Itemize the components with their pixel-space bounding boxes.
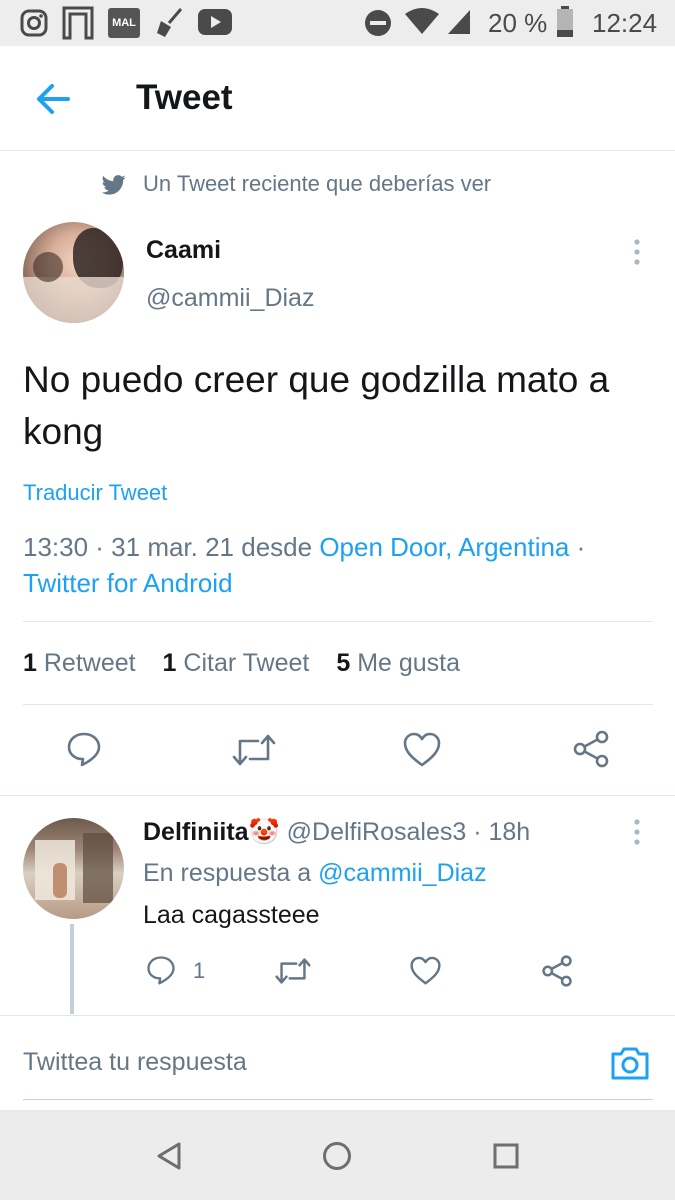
more-vertical-icon[interactable] — [626, 238, 648, 268]
more-vertical-icon[interactable] — [626, 818, 648, 848]
source-link[interactable]: Twitter for Android — [23, 568, 233, 598]
share-icon[interactable] — [572, 730, 610, 768]
like-icon[interactable] — [410, 956, 441, 986]
camera-icon[interactable] — [610, 1045, 650, 1081]
mal-icon: MAL — [108, 8, 140, 38]
divider — [0, 1015, 675, 1016]
author-handle[interactable]: @cammii_Diaz — [146, 284, 314, 313]
reply-avatar[interactable] — [23, 818, 124, 919]
reply-header: Delfiniita🤡 @DelfiRosales3 · 18h — [143, 818, 530, 847]
signal-icon — [448, 10, 470, 34]
meta-separator: · — [576, 532, 586, 562]
in-reply-prefix: En respuesta a — [143, 859, 312, 887]
timestamp: 13:30 · 31 mar. 21 desde — [23, 532, 313, 562]
divider — [23, 621, 653, 622]
app-notification-icon — [62, 6, 94, 40]
divider — [23, 704, 653, 705]
likes-stat[interactable]: 5 Me gusta — [336, 649, 460, 677]
app-header: Tweet — [0, 46, 675, 151]
divider — [0, 795, 675, 796]
in-reply-to: En respuesta a @cammii_Diaz — [143, 859, 487, 888]
tweet-text: No puedo creer que godzilla mato a kong — [23, 359, 610, 452]
clock: 12:24 — [592, 8, 658, 38]
page-title: Tweet — [136, 78, 233, 117]
nav-back-icon[interactable] — [155, 1141, 183, 1171]
youtube-icon — [198, 9, 232, 35]
battery-icon — [557, 6, 573, 37]
retweet-icon[interactable] — [275, 957, 311, 985]
tweet-meta: 13:30 · 31 mar. 21 desde Open Door, Arge… — [23, 529, 653, 601]
nav-recents-icon[interactable] — [493, 1143, 519, 1169]
avatar[interactable] — [23, 222, 124, 323]
reply-icon[interactable] — [146, 955, 176, 985]
nav-home-icon[interactable] — [322, 1141, 352, 1171]
status-bar: MAL 20 % 12:24 — [0, 0, 675, 46]
android-nav-bar — [0, 1110, 675, 1200]
instagram-icon — [20, 9, 48, 37]
recommendation-label: Un Tweet reciente que deberías ver — [143, 171, 492, 196]
twitter-bird-icon — [102, 175, 126, 195]
share-icon[interactable] — [541, 955, 573, 987]
reply-icon[interactable] — [66, 731, 102, 767]
translate-link[interactable]: Traducir Tweet — [23, 480, 167, 506]
like-icon[interactable] — [403, 732, 441, 768]
wifi-icon — [405, 8, 439, 34]
tweet-stats: 1 Retweet 1 Citar Tweet 5 Me gusta — [23, 649, 460, 678]
reply-count: 1 — [193, 958, 206, 983]
location-link[interactable]: Open Door, Argentina — [319, 532, 569, 562]
reply-text: Laa cagassteee — [143, 901, 320, 929]
retweet-icon[interactable] — [232, 733, 276, 767]
reply-handle-time[interactable]: @DelfiRosales3 · 18h — [287, 818, 531, 846]
quotes-stat[interactable]: 1 Citar Tweet — [163, 649, 310, 677]
reply-compose-input[interactable]: Twittea tu respuesta — [23, 1048, 247, 1077]
compose-divider — [23, 1099, 653, 1100]
reply-author-name[interactable]: Delfiniita🤡 — [143, 818, 280, 846]
cleaner-icon — [157, 8, 183, 37]
author-name[interactable]: Caami — [146, 236, 221, 265]
battery-percent: 20 % — [488, 8, 548, 38]
in-reply-handle-link[interactable]: @cammii_Diaz — [318, 859, 486, 887]
retweets-stat[interactable]: 1 Retweet — [23, 649, 136, 677]
back-arrow-icon[interactable] — [30, 76, 76, 122]
thread-line — [70, 924, 74, 1014]
do-not-disturb-icon — [365, 10, 391, 36]
